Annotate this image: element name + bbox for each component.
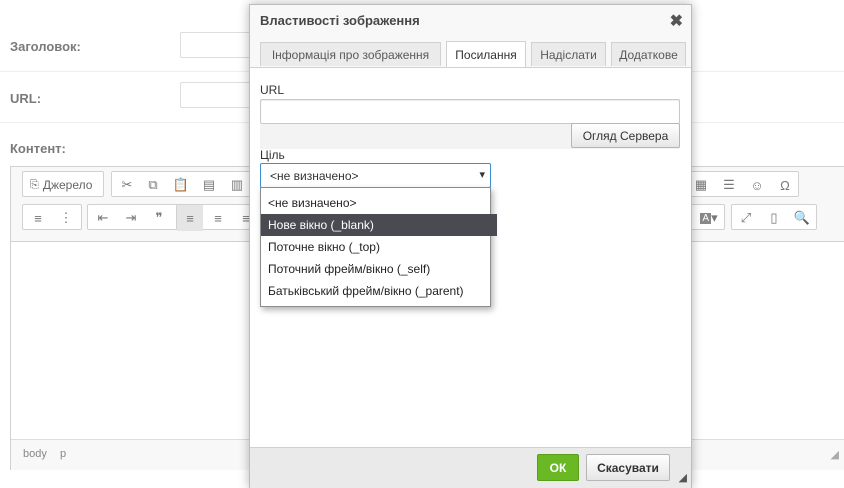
option-undefined[interactable]: <не визначено> (261, 192, 497, 214)
url-field[interactable] (260, 99, 680, 124)
dialog-title: Властивості зображення (260, 13, 420, 28)
tab-image-info[interactable]: Інформація про зображення (260, 42, 441, 66)
title-input[interactable] (180, 32, 258, 58)
ok-button[interactable]: ОК (537, 454, 579, 481)
path-body[interactable]: body (23, 448, 47, 460)
content-label: Контент: (10, 141, 66, 156)
align-center-icon[interactable]: ≡ (205, 205, 231, 231)
color-group: A ▾ (687, 204, 725, 230)
dialog-titlebar[interactable]: Властивості зображення ✖ (250, 5, 691, 36)
option-top[interactable]: Поточне вікно (_top) (261, 236, 497, 258)
target-select[interactable]: <не визначено> ▾ (260, 163, 491, 188)
cut-icon[interactable]: ✂ (114, 172, 140, 198)
source-icon: ⎘ (30, 178, 39, 191)
tab-advanced[interactable]: Додаткове (611, 42, 686, 66)
source-label: Джерело (42, 178, 93, 192)
blockquote-icon[interactable]: ❞ (146, 205, 172, 231)
paste-icon[interactable]: 📋 (168, 172, 194, 198)
chevron-down-icon: ▾ (479, 169, 485, 181)
show-blocks-icon[interactable]: ▯ (761, 205, 787, 231)
cancel-button[interactable]: Скасувати (586, 454, 670, 481)
target-dropdown: <не визначено> Нове вікно (_blank) Поточ… (260, 187, 497, 307)
tools-group: ⤢ ▯ 🔍 (731, 204, 817, 230)
paste-word-icon[interactable]: ▥ (224, 172, 250, 198)
align-group: ≡ ≡ ≡ (176, 204, 250, 231)
source-group: ⎘ Джерело (22, 171, 104, 197)
list-group: ≡ ⋮ (22, 204, 82, 230)
close-icon[interactable]: ✖ (670, 11, 683, 31)
tab-upload[interactable]: Надіслати (531, 42, 606, 66)
dialog-footer: ОК Скасувати ◢ (250, 447, 691, 488)
align-left-icon[interactable]: ≡ (177, 205, 203, 231)
indent-icon[interactable]: ⇥ (118, 205, 144, 231)
url-input[interactable] (180, 82, 258, 108)
indent-group: ⇤ ⇥ ❞ (87, 204, 179, 230)
bullet-list-icon[interactable]: ⋮ (53, 205, 79, 231)
source-button[interactable]: ⎘ Джерело (24, 173, 98, 197)
url-field-label: URL (260, 83, 285, 97)
resize-icon[interactable]: ◢ (831, 448, 839, 461)
title-label: Заголовок: (10, 39, 81, 54)
option-blank[interactable]: Нове вікно (_blank) (261, 214, 497, 236)
path-p[interactable]: p (60, 448, 66, 460)
special-char-icon[interactable]: Ω (772, 172, 798, 198)
copy-icon[interactable]: ⧉ (140, 172, 166, 198)
outdent-icon[interactable]: ⇤ (90, 205, 116, 231)
image-properties-dialog: Властивості зображення ✖ Інформація про … (249, 4, 692, 488)
target-selected-value: <не визначено> (270, 169, 359, 183)
clipboard-group: ✂ ⧉ 📋 ▤ ▥ (111, 171, 251, 197)
tab-link[interactable]: Посилання (446, 41, 526, 67)
preview-icon[interactable]: 🔍 (789, 205, 815, 231)
dialog-resize-icon[interactable]: ◢ (679, 471, 687, 484)
target-label: Ціль (260, 148, 285, 162)
background-color-icon[interactable]: A ▾ (694, 205, 724, 231)
url-label: URL: (10, 91, 42, 106)
browse-server-button[interactable]: Огляд Сервера (571, 123, 680, 148)
paste-text-icon[interactable]: ▤ (196, 172, 222, 198)
maximize-icon[interactable]: ⤢ (733, 205, 759, 231)
smiley-icon[interactable]: ☺ (744, 172, 770, 198)
option-self[interactable]: Поточний фрейм/вікно (_self) (261, 258, 497, 280)
numbered-list-icon[interactable]: ≡ (25, 205, 51, 231)
dialog-tabs: Інформація про зображення Посилання Наді… (250, 35, 691, 68)
option-parent[interactable]: Батьківський фрейм/вікно (_parent) (261, 280, 497, 302)
horizontal-line-icon[interactable]: ☰ (716, 172, 742, 198)
insert-group: ▦ ☰ ☺ Ω (687, 171, 799, 197)
